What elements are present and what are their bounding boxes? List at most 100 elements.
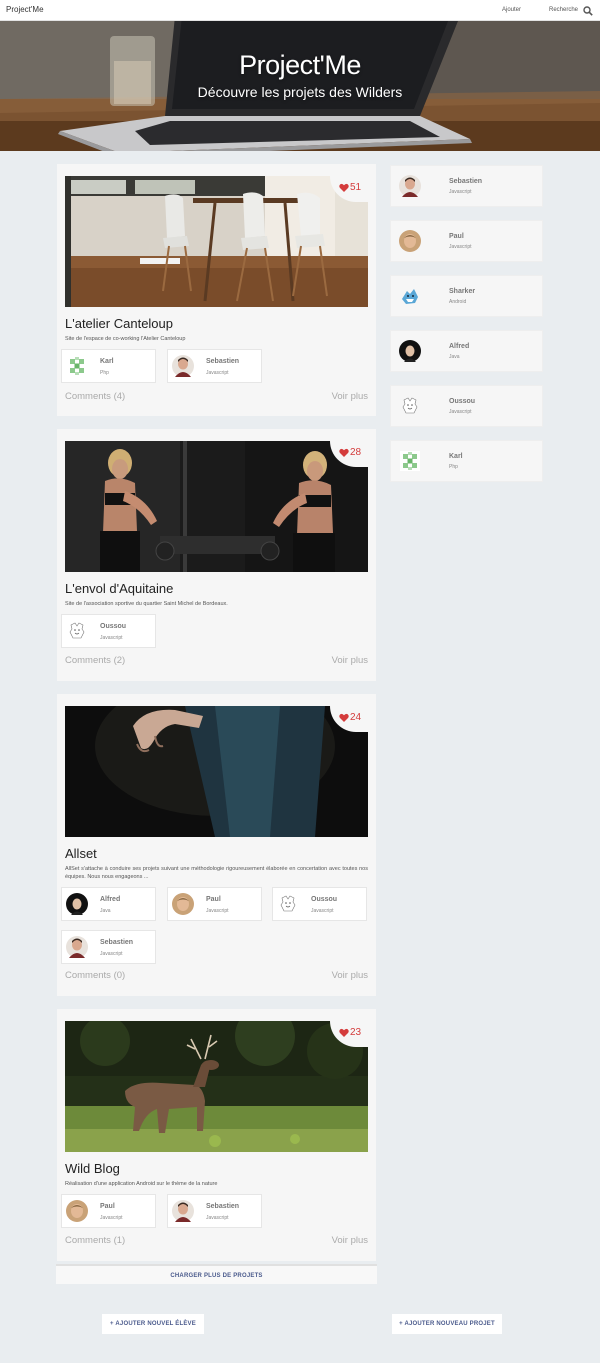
avatar xyxy=(399,395,421,417)
member-language: Javascript xyxy=(100,635,123,641)
hero-subtitle: Découvre les projets des Wilders xyxy=(197,84,403,100)
student-card[interactable]: Alfred Java xyxy=(390,330,543,372)
member-name: Oussou xyxy=(311,896,338,903)
member-chip[interactable]: Paul Javascript xyxy=(167,887,262,921)
student-name: Sebastien xyxy=(449,178,483,185)
project-title[interactable]: Wild Blog xyxy=(65,1161,120,1176)
project-title[interactable]: L'atelier Canteloup xyxy=(65,316,173,331)
member-chip[interactable]: Oussou Javascript xyxy=(61,614,156,648)
like-count: 23 xyxy=(350,1027,362,1038)
member-chip[interactable]: Sebastien Javascript xyxy=(167,1194,262,1228)
brand-logo[interactable]: Project'Me xyxy=(6,5,44,14)
nav-search-link[interactable]: Recherche xyxy=(549,7,578,13)
project-card: 24 Allset AllSet s'attache à conduire se… xyxy=(57,694,376,996)
add-student-button[interactable]: + AJOUTER NOUVEL ÉLÈVE xyxy=(102,1314,204,1334)
student-language: Android xyxy=(449,299,467,305)
student-card[interactable]: Paul Javascript xyxy=(390,220,543,262)
avatar xyxy=(399,450,421,472)
student-card[interactable]: Sharker Android xyxy=(390,275,543,317)
avatar xyxy=(172,893,194,915)
student-name: Sharker xyxy=(449,288,476,295)
comments-link[interactable]: Comments (2) xyxy=(65,655,125,666)
load-more-button[interactable]: CHARGER PLUS DE PROJETS xyxy=(56,1264,377,1284)
student-name: Karl xyxy=(449,453,463,460)
member-language: Javascript xyxy=(100,1215,123,1221)
avatar xyxy=(172,1200,194,1222)
voir-plus-link[interactable]: Voir plus xyxy=(332,970,368,981)
member-name: Paul xyxy=(206,896,221,903)
member-language: Java xyxy=(100,908,111,914)
avatar xyxy=(399,175,421,197)
member-name: Oussou xyxy=(100,623,127,630)
comments-link[interactable]: Comments (4) xyxy=(65,391,125,402)
avatar xyxy=(66,1200,88,1222)
member-name: Alfred xyxy=(100,896,121,903)
hero-title: Project'Me xyxy=(239,50,361,80)
member-name: Sebastien xyxy=(100,939,134,946)
member-chip[interactable]: Alfred Java xyxy=(61,887,156,921)
member-language: Javascript xyxy=(206,370,229,376)
avatar xyxy=(277,893,299,915)
student-name: Oussou xyxy=(449,398,476,405)
project-image[interactable]: 51 xyxy=(65,176,368,307)
project-title[interactable]: Allset xyxy=(65,846,97,861)
project-image[interactable]: 24 xyxy=(65,706,368,837)
student-language: Java xyxy=(449,354,460,360)
member-language: Javascript xyxy=(311,908,334,914)
heart-icon xyxy=(339,713,349,723)
student-language: Javascript xyxy=(449,409,472,415)
member-chip[interactable]: Oussou Javascript xyxy=(272,887,367,921)
member-chip[interactable]: Sebastien Javascript xyxy=(167,349,262,383)
voir-plus-link[interactable]: Voir plus xyxy=(332,391,368,402)
member-name: Karl xyxy=(100,358,114,365)
avatar xyxy=(66,620,88,642)
member-chip[interactable]: Paul Javascript xyxy=(61,1194,156,1228)
like-count: 24 xyxy=(350,712,362,723)
avatar xyxy=(399,230,421,252)
heart-icon xyxy=(339,448,349,458)
project-card: 23 Wild Blog Réalisation d'une applicati… xyxy=(57,1009,376,1261)
heart-icon xyxy=(339,183,349,193)
member-name: Sebastien xyxy=(206,358,240,365)
member-name: Sebastien xyxy=(206,1203,240,1210)
heart-icon xyxy=(339,1028,349,1038)
hero-banner: Project'Me Découvre les projets des Wild… xyxy=(0,21,600,151)
student-language: Php xyxy=(449,464,458,470)
project-description: Site de l'espace de co-working l'Atelier… xyxy=(65,336,186,342)
like-count: 28 xyxy=(350,447,362,458)
comments-link[interactable]: Comments (0) xyxy=(65,970,125,981)
student-language: Javascript xyxy=(449,189,472,195)
voir-plus-link[interactable]: Voir plus xyxy=(332,1235,368,1246)
member-chip[interactable]: Sebastien Javascript xyxy=(61,930,156,964)
avatar xyxy=(399,285,421,307)
project-image[interactable]: 28 xyxy=(65,441,368,572)
avatar xyxy=(172,355,194,377)
student-language: Javascript xyxy=(449,244,472,250)
student-card[interactable]: Karl Php xyxy=(390,440,543,482)
nav-add-link[interactable]: Ajouter xyxy=(502,7,521,13)
voir-plus-link[interactable]: Voir plus xyxy=(332,655,368,666)
member-language: Php xyxy=(100,370,109,376)
project-card: 28 L'envol d'Aquitaine Site de l'associa… xyxy=(57,429,376,681)
project-card: 51 L'atelier Canteloup Site de l'espace … xyxy=(57,164,376,416)
comments-link[interactable]: Comments (1) xyxy=(65,1235,125,1246)
member-language: Javascript xyxy=(206,908,229,914)
project-image[interactable]: 23 xyxy=(65,1021,368,1152)
avatar xyxy=(66,893,88,915)
avatar xyxy=(399,340,421,362)
project-description: Site de l'association sportive du quarti… xyxy=(65,601,228,607)
project-description: Réalisation d'une application Android su… xyxy=(65,1181,218,1187)
avatar xyxy=(66,355,88,377)
student-name: Alfred xyxy=(449,343,470,350)
search-icon[interactable] xyxy=(583,6,593,16)
like-count: 51 xyxy=(350,182,362,193)
project-title[interactable]: L'envol d'Aquitaine xyxy=(65,581,173,596)
add-project-button[interactable]: + AJOUTER NOUVEAU PROJET xyxy=(392,1314,502,1334)
student-name: Paul xyxy=(449,233,464,240)
member-language: Javascript xyxy=(206,1215,229,1221)
top-navbar: Project'Me Ajouter Recherche xyxy=(0,0,600,21)
student-card[interactable]: Oussou Javascript xyxy=(390,385,543,427)
student-card[interactable]: Sebastien Javascript xyxy=(390,165,543,207)
member-chip[interactable]: Karl Php xyxy=(61,349,156,383)
avatar xyxy=(66,936,88,958)
